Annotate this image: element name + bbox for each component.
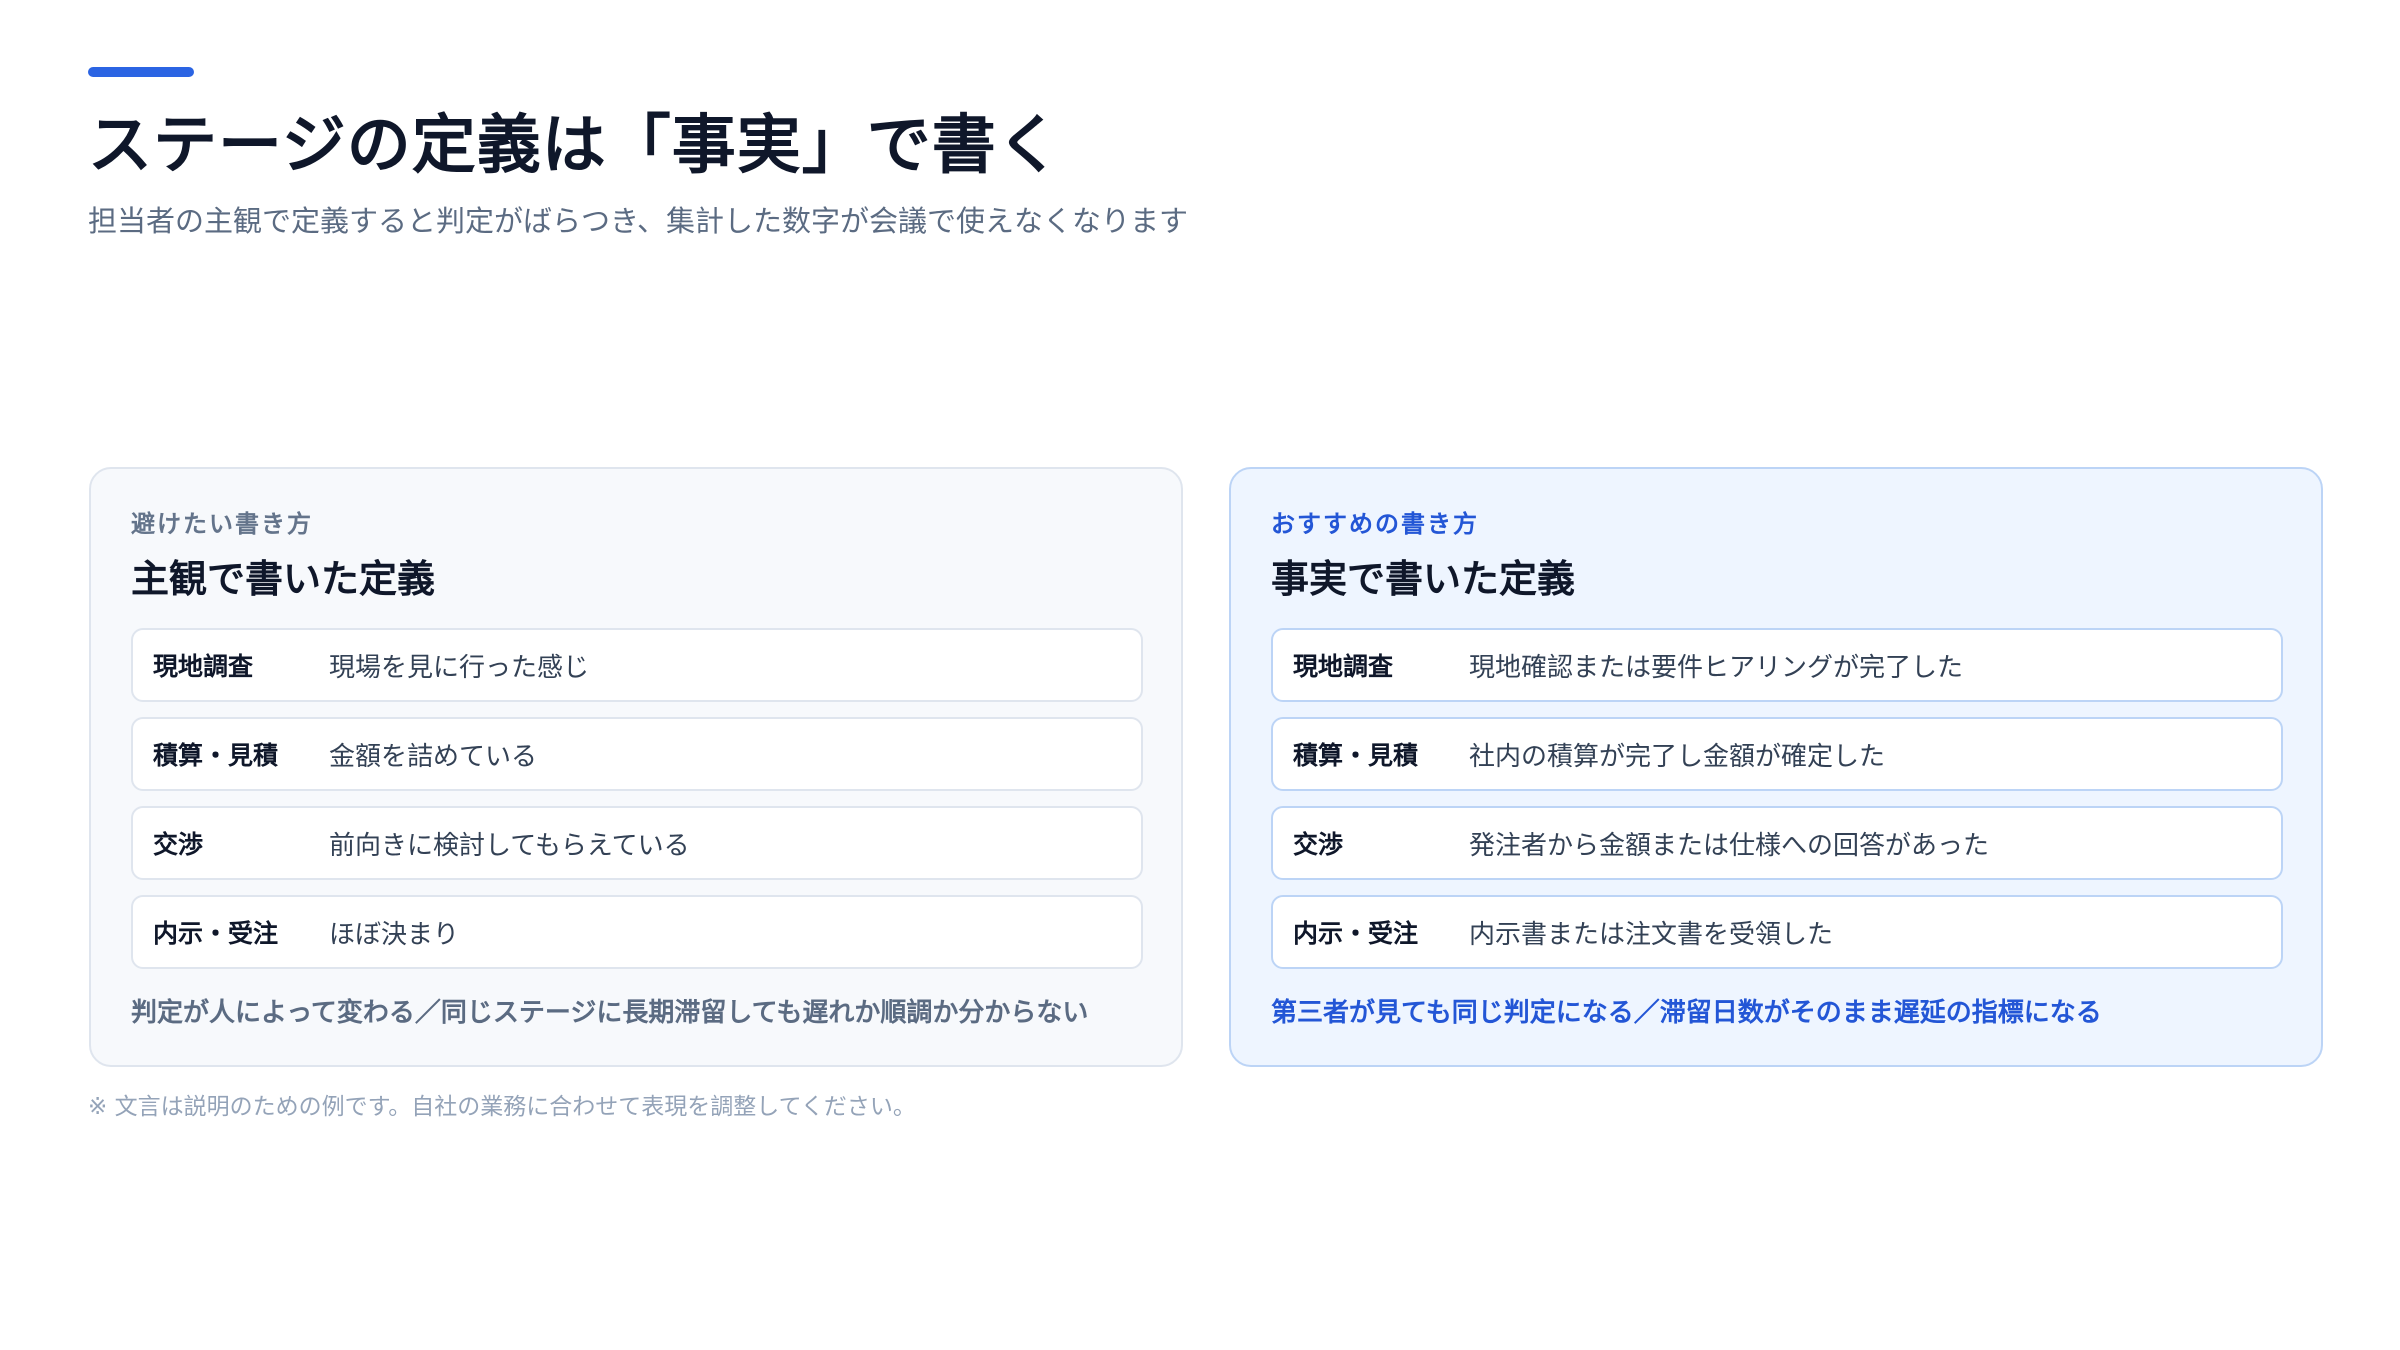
- stage-name: 交渉: [1293, 830, 1344, 859]
- recommended-panel-footer: 第三者が見ても同じ判定になる／滞留日数がそのまま遅延の指標になる: [1271, 998, 2102, 1028]
- stage-definition: 社内の積算が完了し金額が確定した: [1469, 741, 1886, 772]
- stage-name: 現地調査: [153, 652, 254, 681]
- definition-row: 現地調査 現地確認または要件ヒアリングが完了した: [1271, 628, 2283, 702]
- definition-row: 内示・受注 ほぼ決まり: [131, 895, 1143, 969]
- footnote: ※ 文言は説明のための例です。自社の業務に合わせて表現を調整してください。: [88, 1094, 916, 1120]
- definition-row: 積算・見積 社内の積算が完了し金額が確定した: [1271, 717, 2283, 791]
- stage-definition: 発注者から金額または仕様への回答があった: [1469, 830, 1990, 861]
- avoid-panel-heading: 主観で書いた定義: [131, 557, 436, 601]
- stage-name: 積算・見積: [153, 741, 279, 770]
- title-accent-bar: [88, 67, 194, 77]
- stage-definition: 前向きに検討してもらえている: [329, 830, 690, 861]
- definition-row: 交渉 発注者から金額または仕様への回答があった: [1271, 806, 2283, 880]
- avoid-panel-kicker: 避けたい書き方: [131, 510, 313, 538]
- recommended-panel: おすすめの書き方 事実で書いた定義 現地調査 現地確認または要件ヒアリングが完了…: [1229, 467, 2323, 1067]
- page-title: ステージの定義は「事実」で書く: [88, 109, 1062, 183]
- stage-name: 積算・見積: [1293, 741, 1419, 770]
- recommended-panel-kicker: おすすめの書き方: [1271, 510, 1479, 538]
- stage-definition: 現地確認または要件ヒアリングが完了した: [1469, 652, 1964, 683]
- stage-name: 交渉: [153, 830, 204, 859]
- definition-row: 積算・見積 金額を詰めている: [131, 717, 1143, 791]
- definition-row: 内示・受注 内示書または注文書を受領した: [1271, 895, 2283, 969]
- stage-definition: 内示書または注文書を受領した: [1469, 919, 1834, 950]
- definition-row: 現地調査 現場を見に行った感じ: [131, 628, 1143, 702]
- recommended-definition-list: 現地調査 現地確認または要件ヒアリングが完了した 積算・見積 社内の積算が完了し…: [1271, 628, 2283, 984]
- stage-name: 内示・受注: [153, 919, 279, 948]
- avoid-panel-footer: 判定が人によって変わる／同じステージに長期滞留しても遅れか順調か分からない: [131, 998, 1089, 1028]
- stage-definition: 現場を見に行った感じ: [329, 652, 590, 683]
- avoid-definition-list: 現地調査 現場を見に行った感じ 積算・見積 金額を詰めている 交渉 前向きに検討…: [131, 628, 1143, 984]
- stage-definition: ほぼ決まり: [329, 919, 460, 950]
- page-subtitle: 担当者の主観で定義すると判定がばらつき、集計した数字が会議で使えなくなります: [88, 204, 1188, 238]
- avoid-panel: 避けたい書き方 主観で書いた定義 現地調査 現場を見に行った感じ 積算・見積 金…: [89, 467, 1183, 1067]
- stage-definition: 金額を詰めている: [329, 741, 538, 772]
- recommended-panel-heading: 事実で書いた定義: [1271, 557, 1576, 601]
- stage-name: 現地調査: [1293, 652, 1394, 681]
- definition-row: 交渉 前向きに検討してもらえている: [131, 806, 1143, 880]
- stage-name: 内示・受注: [1293, 919, 1419, 948]
